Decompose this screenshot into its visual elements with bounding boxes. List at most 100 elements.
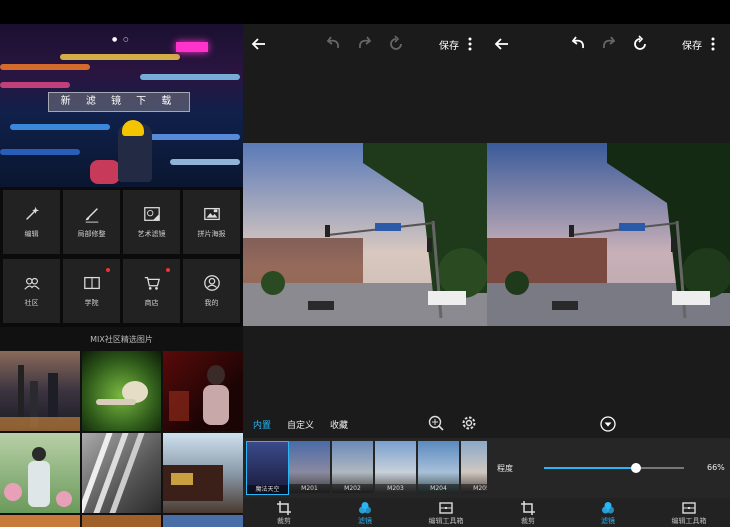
community-icon [23, 277, 40, 290]
light-streak [0, 82, 70, 88]
tool-mine[interactable]: 我的 [183, 259, 240, 323]
back-arrow-icon[interactable] [249, 34, 269, 54]
nav-crop[interactable]: 裁剪 [498, 501, 558, 526]
helmet [122, 120, 144, 136]
editor-toolbar: 保存 [487, 24, 730, 64]
crop-icon [521, 501, 535, 515]
tab-favorites[interactable]: 收藏 [330, 418, 348, 431]
poster-icon [203, 207, 220, 221]
promo-banner[interactable]: ● ○ 新 滤 镜 下 载 [0, 24, 243, 187]
tab-custom[interactable]: 自定义 [287, 418, 314, 431]
light-streak [170, 159, 240, 165]
filter-name: M203 [375, 484, 416, 493]
filter-name: M205 [461, 484, 487, 493]
bottom-nav: 裁剪 滤镜 编辑工具箱 [487, 498, 730, 527]
light-streak [10, 124, 110, 130]
filter-thumb[interactable]: M204 [418, 441, 459, 493]
slider-track[interactable] [544, 463, 684, 473]
tool-label: 商店 [144, 299, 159, 307]
nav-label: 裁剪 [277, 517, 291, 525]
filter-strength-panel: 保存 程度 66% 裁剪 滤镜 编辑工具箱 [487, 24, 730, 527]
redo-icon[interactable] [355, 34, 375, 54]
zoom-in-icon[interactable] [428, 415, 444, 431]
more-options-icon[interactable] [468, 37, 472, 51]
tool-store[interactable]: 商店 [123, 259, 180, 323]
tool-art-filter[interactable]: 艺术滤镜 [123, 190, 180, 254]
neon-sign [176, 42, 208, 52]
strength-slider-area: 程度 66% [487, 438, 730, 498]
nav-label: 编辑工具箱 [428, 517, 464, 525]
filter-name: M204 [418, 484, 459, 493]
slider-label: 程度 [497, 464, 513, 473]
collapse-chevron-icon[interactable] [600, 416, 616, 432]
filter-thumb[interactable]: M201 [289, 441, 330, 493]
filter-thumb[interactable]: M203 [375, 441, 416, 493]
save-button[interactable]: 保存 [439, 37, 459, 52]
reset-icon[interactable] [386, 34, 406, 54]
status-bar [0, 0, 730, 24]
tab-builtin[interactable]: 内置 [253, 418, 271, 431]
nav-crop[interactable]: 裁剪 [254, 501, 314, 526]
book-icon [83, 276, 100, 290]
tool-label: 社区 [24, 299, 39, 307]
tool-label: 局部修整 [77, 230, 106, 238]
art-filter-icon [143, 207, 160, 221]
light-streak [0, 149, 80, 155]
tool-poster[interactable]: 拼片海报 [183, 190, 240, 254]
slider-value: 66% [707, 463, 725, 472]
more-options-icon[interactable] [711, 37, 715, 51]
tool-grid: 编辑 局部修整 艺术滤镜 拼片海报 社区 学院 商店 我的 [0, 187, 243, 327]
tool-label: 我的 [204, 299, 219, 307]
gear-icon[interactable] [461, 415, 477, 431]
undo-icon[interactable] [568, 34, 588, 54]
light-streak [60, 54, 180, 60]
nav-toolbox[interactable]: 编辑工具箱 [659, 501, 719, 526]
nav-filter[interactable]: 滤镜 [578, 501, 638, 526]
nav-filter[interactable]: 滤镜 [335, 501, 395, 526]
filter-thumb[interactable]: M205 [461, 441, 487, 493]
filter-icon [359, 502, 371, 514]
crop-icon [277, 501, 291, 515]
cart-icon [144, 276, 160, 290]
filter-tab-bar: 内置 自定义 收藏 [243, 410, 487, 438]
toolbox-icon [682, 502, 696, 514]
nav-toolbox[interactable]: 编辑工具箱 [416, 501, 476, 526]
tool-academy[interactable]: 学院 [63, 259, 120, 323]
gallery-photo[interactable] [82, 515, 161, 527]
light-streak [0, 64, 90, 70]
filter-name: 魔法天空 [247, 485, 288, 494]
nav-label: 滤镜 [601, 517, 615, 525]
nav-label: 裁剪 [521, 517, 535, 525]
gallery-photo[interactable] [163, 351, 243, 431]
gallery-photo[interactable] [82, 433, 161, 513]
gallery-photo[interactable] [0, 515, 80, 527]
gallery-photo[interactable] [0, 351, 80, 431]
gallery-photo[interactable] [163, 515, 243, 527]
save-button[interactable]: 保存 [682, 37, 702, 52]
filter-editor-panel: 保存 内置 自定义 收藏 魔法天空 M201 M202 M203 M204 M2… [243, 24, 487, 527]
back-arrow-icon[interactable] [492, 34, 512, 54]
undo-icon[interactable] [323, 34, 343, 54]
tool-community[interactable]: 社区 [3, 259, 60, 323]
magic-wand-icon [25, 206, 39, 220]
gallery-photo[interactable] [82, 351, 161, 431]
notification-badge [166, 268, 170, 272]
redo-icon[interactable] [599, 34, 619, 54]
tool-edit[interactable]: 编辑 [3, 190, 60, 254]
nav-label: 编辑工具箱 [671, 517, 707, 525]
filter-thumb-selected[interactable]: 魔法天空 [246, 441, 289, 495]
slider-handle[interactable] [631, 463, 642, 473]
banner-title[interactable]: 新 滤 镜 下 载 [48, 92, 190, 112]
toolbox-icon [439, 502, 453, 514]
gallery-photo[interactable] [0, 433, 80, 513]
filter-thumb[interactable]: M202 [332, 441, 373, 493]
tool-local-retouch[interactable]: 局部修整 [63, 190, 120, 254]
gallery-photo[interactable] [163, 433, 243, 513]
reset-icon[interactable] [630, 34, 650, 54]
filter-thumbnails: 魔法天空 M201 M202 M203 M204 M205 [243, 438, 487, 498]
home-panel: ● ○ 新 滤 镜 下 载 编辑 局部修整 艺术滤镜 拼片海报 社区 学院 商店… [0, 24, 243, 527]
photo-preview [487, 143, 730, 326]
slider-fill [544, 467, 637, 469]
tool-label: 编辑 [24, 230, 39, 238]
light-streak [140, 74, 240, 80]
